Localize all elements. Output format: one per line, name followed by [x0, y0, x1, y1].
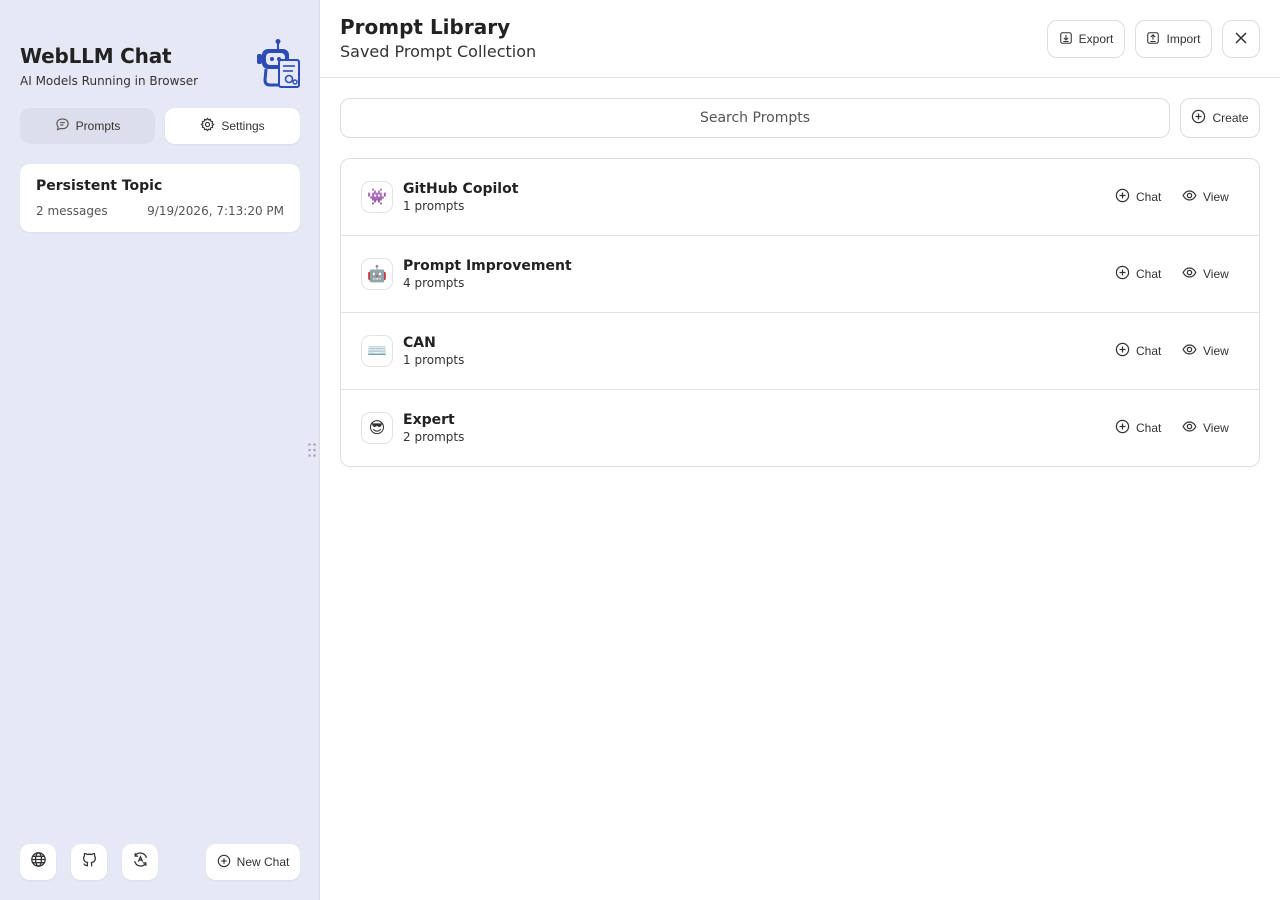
prompt-avatar: 😎 [361, 412, 393, 444]
prompt-view-button[interactable]: View [1182, 264, 1229, 284]
chat-label: Chat [1136, 421, 1162, 435]
app-title: WebLLM Chat [20, 44, 172, 68]
prompt-avatar: 🤖 [361, 258, 393, 290]
prompt-chat-button[interactable]: Chat [1115, 264, 1161, 284]
import-button[interactable]: Import [1135, 20, 1212, 58]
chat-date: 9/19/2026, 7:13:20 PM [147, 204, 284, 218]
plus-circle-icon [1115, 188, 1130, 206]
view-label: View [1203, 344, 1229, 358]
prompt-chat-button[interactable]: Chat [1115, 341, 1161, 361]
prompt-view-button[interactable]: View [1182, 187, 1229, 207]
eye-icon [1182, 188, 1197, 206]
prompt-count: 1 prompts [403, 353, 465, 367]
page-header: Prompt Library Saved Prompt Collection E… [320, 0, 1280, 78]
chat-message-count: 2 messages [36, 204, 108, 218]
refresh-icon [132, 851, 149, 873]
prompt-name: GitHub Copilot [403, 181, 519, 197]
view-label: View [1203, 267, 1229, 281]
eye-icon [1182, 342, 1197, 360]
prompt-list-item: 👾 GitHub Copilot 1 prompts Chat View [341, 159, 1259, 236]
export-label: Export [1078, 32, 1114, 46]
prompt-avatar: 👾 [361, 181, 393, 213]
eye-icon [1182, 419, 1197, 437]
plus-circle-icon [1115, 419, 1130, 437]
prompt-avatar: ⌨️ [361, 335, 393, 367]
chat-bubble-icon [55, 117, 70, 135]
plus-circle-icon [217, 854, 231, 871]
prompts-tab-label: Prompts [75, 119, 121, 133]
prompt-name: Prompt Improvement [403, 258, 572, 274]
prompt-list-item: 🤖 Prompt Improvement 4 prompts Chat View [341, 236, 1259, 313]
sidebar-tabs: Prompts Settings [20, 108, 300, 144]
create-button[interactable]: Create [1180, 98, 1260, 138]
prompt-name: Expert [403, 412, 455, 428]
app-subtitle: AI Models Running in Browser [20, 74, 199, 88]
search-row: Create [340, 98, 1260, 138]
prompt-count: 2 prompts [403, 430, 465, 444]
close-button[interactable] [1222, 20, 1260, 58]
chat-list-item[interactable]: Persistent Topic 2 messages 9/19/2026, 7… [20, 164, 300, 232]
search-input[interactable] [340, 98, 1170, 138]
brand: WebLLM Chat AI Models Running in Browser [20, 44, 198, 88]
upload-icon [1146, 31, 1160, 48]
prompt-count: 1 prompts [403, 199, 465, 213]
chat-label: Chat [1136, 344, 1162, 358]
model-refresh-button[interactable] [122, 844, 158, 880]
prompt-count: 4 prompts [403, 276, 465, 290]
view-label: View [1203, 190, 1229, 204]
view-label: View [1203, 421, 1229, 435]
plus-circle-icon [1191, 109, 1206, 127]
prompts-tab[interactable]: Prompts [20, 108, 155, 144]
page-title: Prompt Library [340, 15, 511, 39]
github-icon [81, 851, 98, 873]
prompt-view-button[interactable]: View [1182, 418, 1229, 438]
export-button[interactable]: Export [1047, 20, 1125, 58]
sidebar: WebLLM Chat AI Models Running in Browser [0, 0, 320, 900]
eye-icon [1182, 265, 1197, 283]
prompt-list-item: 😎 Expert 2 prompts Chat View [341, 390, 1259, 466]
prompt-name: CAN [403, 335, 436, 351]
prompt-chat-button[interactable]: Chat [1115, 187, 1161, 207]
chat-label: Chat [1136, 190, 1162, 204]
plus-circle-icon [1115, 342, 1130, 360]
prompt-chat-button[interactable]: Chat [1115, 418, 1161, 438]
main-panel: Prompt Library Saved Prompt Collection E… [320, 0, 1280, 900]
sidebar-resize-handle[interactable] [307, 442, 317, 458]
new-chat-button[interactable]: New Chat [206, 844, 300, 880]
new-chat-label: New Chat [236, 855, 290, 869]
prompt-list-item: ⌨️ CAN 1 prompts Chat View [341, 313, 1259, 390]
github-button[interactable] [71, 844, 107, 880]
settings-tab[interactable]: Settings [165, 108, 300, 144]
language-button[interactable] [20, 844, 56, 880]
close-icon [1233, 30, 1249, 49]
create-label: Create [1212, 111, 1249, 125]
chat-label: Chat [1136, 267, 1162, 281]
prompt-view-button[interactable]: View [1182, 341, 1229, 361]
gear-icon [200, 117, 215, 135]
page-subtitle: Saved Prompt Collection [340, 42, 537, 61]
sidebar-footer: New Chat [20, 844, 300, 880]
import-label: Import [1166, 32, 1201, 46]
plus-circle-icon [1115, 265, 1130, 283]
settings-tab-label: Settings [221, 119, 265, 133]
robot-logo-icon [252, 38, 302, 90]
globe-icon [30, 851, 47, 873]
download-icon [1059, 31, 1073, 48]
prompt-list: 👾 GitHub Copilot 1 prompts Chat View 🤖 P… [340, 158, 1260, 467]
chat-title: Persistent Topic [36, 178, 163, 194]
